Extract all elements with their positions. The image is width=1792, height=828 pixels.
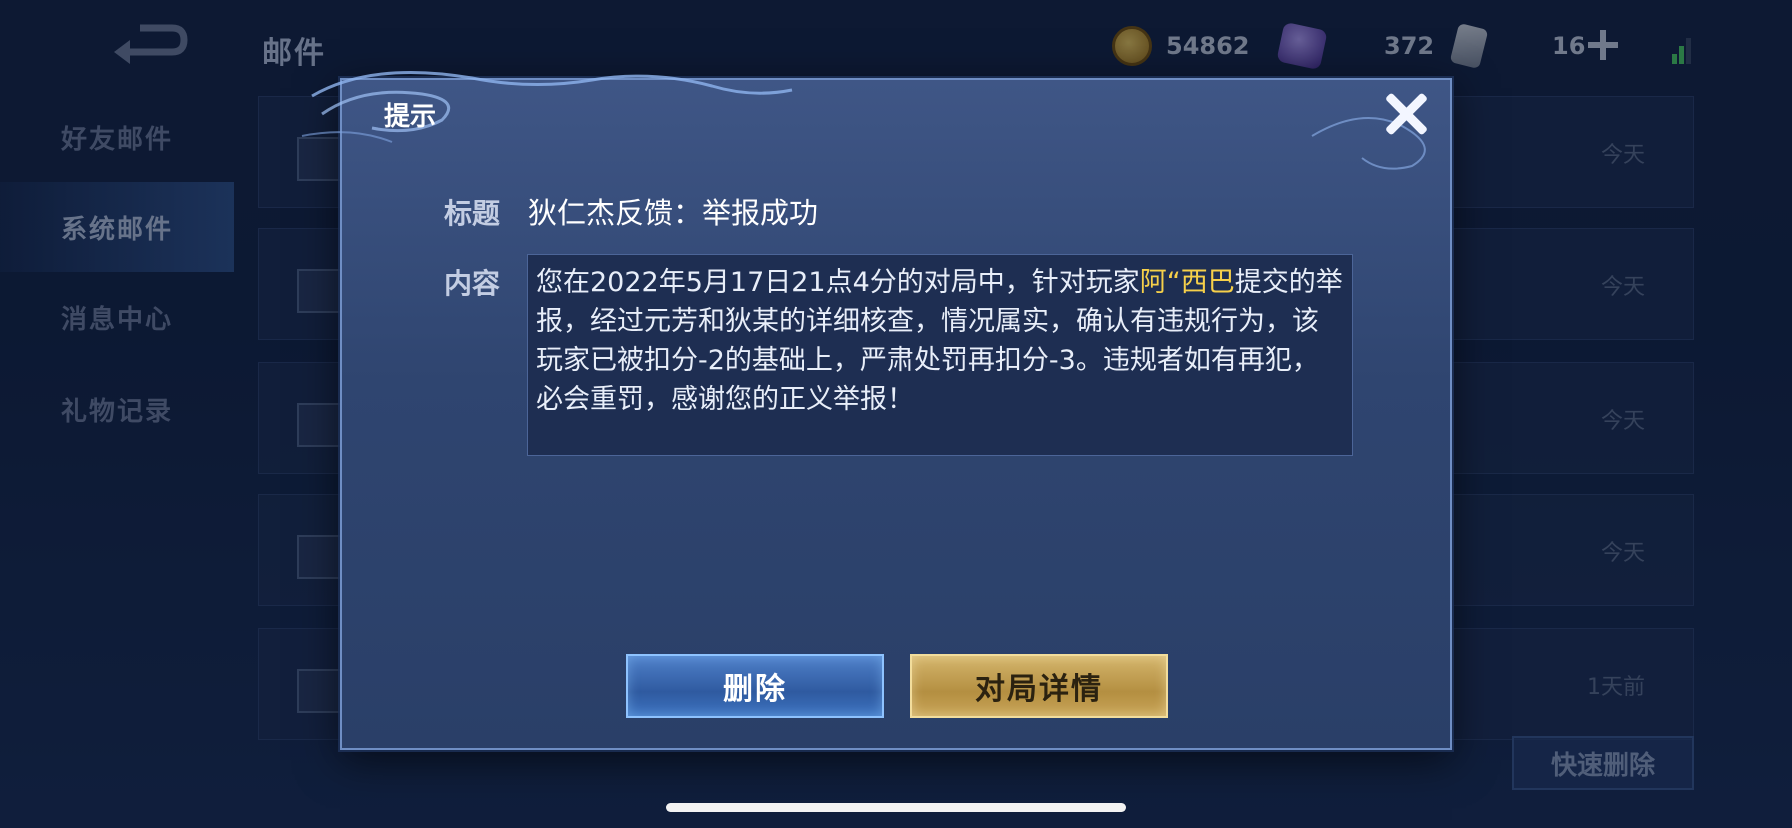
mail-content: 您在2022年5月17日21点4分的对局中，针对玩家阿“西巴提交的举报，经过元芳…	[527, 254, 1353, 456]
mail-subject: 狄仁杰反馈：举报成功	[528, 196, 819, 230]
content-label: 内容	[444, 267, 501, 300]
home-indicator[interactable]	[666, 803, 1126, 812]
reported-player-name: 阿“西巴	[1139, 267, 1235, 298]
subject-label: 标题	[444, 197, 501, 230]
notice-dialog: 提示 标题 狄仁杰反馈：举报成功 内容 您在2022年5月17日21点4分的对局…	[301, 70, 1452, 750]
close-icon[interactable]	[1378, 86, 1434, 142]
delete-button[interactable]: 删除	[626, 654, 884, 718]
match-details-button[interactable]: 对局详情	[910, 654, 1168, 718]
content-prefix: 您在2022年5月17日21点4分的对局中，针对玩家	[536, 267, 1140, 298]
cloud-ornament	[301, 70, 1426, 170]
dialog-title: 提示	[384, 102, 437, 132]
